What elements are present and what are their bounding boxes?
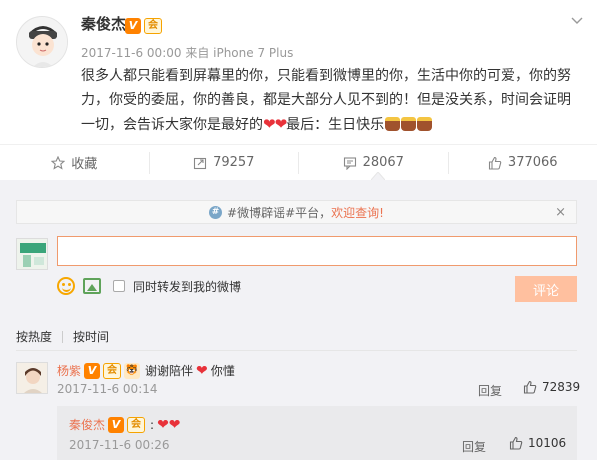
comment-like-count: 72839	[542, 380, 581, 394]
comment-tools: 同时转发到我的微博	[57, 277, 241, 295]
comment-text-after: 你懂	[210, 364, 235, 378]
repost-button[interactable]: 79257	[150, 151, 299, 174]
divider	[16, 350, 577, 351]
reply-author-name[interactable]: 秦俊杰	[69, 416, 105, 433]
verified-v-icon: V	[125, 18, 141, 34]
comment-pointer-arrow	[371, 172, 385, 180]
vip-member-icon: 会	[103, 362, 122, 379]
heart-emoji-icon: ❤❤	[157, 416, 181, 433]
post-text-tail: 最后：生日快乐	[286, 117, 385, 133]
reply-button[interactable]: 回复	[478, 382, 502, 399]
comment-line: 杨紫 V 会 🐯 谢谢陪伴 ❤ 你懂	[57, 362, 235, 379]
author-avatar[interactable]	[16, 16, 68, 68]
repost-icon	[194, 157, 207, 169]
comment-like-button[interactable]: 72839	[523, 380, 580, 394]
author-name[interactable]: 秦俊杰	[81, 13, 126, 34]
thumbs-up-icon	[488, 156, 502, 170]
reply-line: 秦俊杰 V 会 : ❤❤	[69, 416, 181, 433]
fan-badge-icon: 🐯	[124, 362, 141, 379]
reply-time: 2017-11-6 00:26	[69, 438, 170, 452]
post-text: 很多人都只能看到屏幕里的你，只能看到微博里的你，生活中你的可爱，你的努力，你受的…	[81, 64, 581, 137]
current-user-avatar	[16, 238, 48, 270]
sort-by-hot[interactable]: 按热度	[16, 328, 52, 345]
comment-button[interactable]: 28067	[299, 151, 449, 174]
submit-comment-button[interactable]: 评论	[515, 276, 577, 302]
close-icon[interactable]: ×	[555, 205, 566, 220]
comment-count: 28067	[362, 155, 404, 170]
reply-like-count: 10106	[528, 436, 567, 450]
heart-emoji-icon: ❤❤	[263, 115, 287, 133]
vip-member-icon: 会	[144, 18, 162, 34]
nested-reply: 秦俊杰 V 会 : ❤❤ 2017-11-6 00:26 回复 10106	[57, 406, 577, 460]
rumor-notice-banner: # #微博辟谣#平台， 欢迎查询! ×	[16, 200, 577, 224]
notice-tag[interactable]: #微博辟谣#平台，	[227, 204, 331, 221]
also-repost-label[interactable]: 同时转发到我的微博	[133, 278, 241, 295]
cake-icon	[385, 117, 401, 131]
emoji-icon[interactable]	[57, 277, 75, 295]
notice-link[interactable]: 欢迎查询!	[331, 204, 384, 221]
chevron-down-icon[interactable]	[571, 14, 583, 26]
star-icon	[51, 155, 66, 170]
comment-text-before: 谢谢陪伴	[145, 364, 194, 378]
vip-member-icon: 会	[127, 416, 146, 433]
sort-by-time[interactable]: 按时间	[73, 328, 109, 345]
picture-icon[interactable]	[83, 278, 101, 294]
favorite-button[interactable]: 收藏	[0, 151, 150, 174]
favorite-label: 收藏	[71, 157, 98, 172]
reply-button[interactable]: 回复	[462, 438, 486, 455]
comment-time: 2017-11-6 00:14	[57, 382, 158, 396]
reply-like-button[interactable]: 10106	[509, 436, 566, 450]
commenter-avatar[interactable]	[16, 362, 48, 394]
like-count: 377066	[507, 155, 558, 170]
verified-v-icon: V	[84, 362, 101, 379]
repost-count: 79257	[213, 155, 255, 170]
comment-icon	[343, 156, 356, 170]
comment-section: # #微博辟谣#平台， 欢迎查询! × 同时转发到我的微博 评论 按热度 按时间	[0, 180, 597, 460]
cake-icon	[417, 117, 433, 131]
sort-divider	[62, 330, 64, 343]
post-meta: 2017-11-6 00:00 来自 iPhone 7 Plus	[81, 46, 294, 60]
heart-emoji-icon: ❤	[196, 362, 208, 379]
like-button[interactable]: 377066	[449, 152, 597, 174]
thumbs-up-icon	[509, 436, 523, 450]
verified-v-icon: V	[108, 416, 125, 433]
hashtag-icon: #	[209, 205, 223, 219]
weibo-post: 秦俊杰 V 会 2017-11-6 00:00 来自 iPhone 7 Plus…	[0, 0, 597, 144]
post-action-bar: 收藏 79257 28067 377066	[0, 144, 597, 180]
also-repost-checkbox[interactable]	[113, 280, 125, 292]
cake-emoji-group	[384, 117, 433, 133]
comment-sort-bar: 按热度 按时间	[16, 328, 109, 345]
thumbs-up-icon	[523, 380, 537, 394]
commenter-name[interactable]: 杨紫	[57, 362, 81, 379]
cake-icon	[401, 117, 417, 131]
comment-input[interactable]	[57, 236, 577, 266]
author-badges: V 会	[125, 18, 162, 34]
